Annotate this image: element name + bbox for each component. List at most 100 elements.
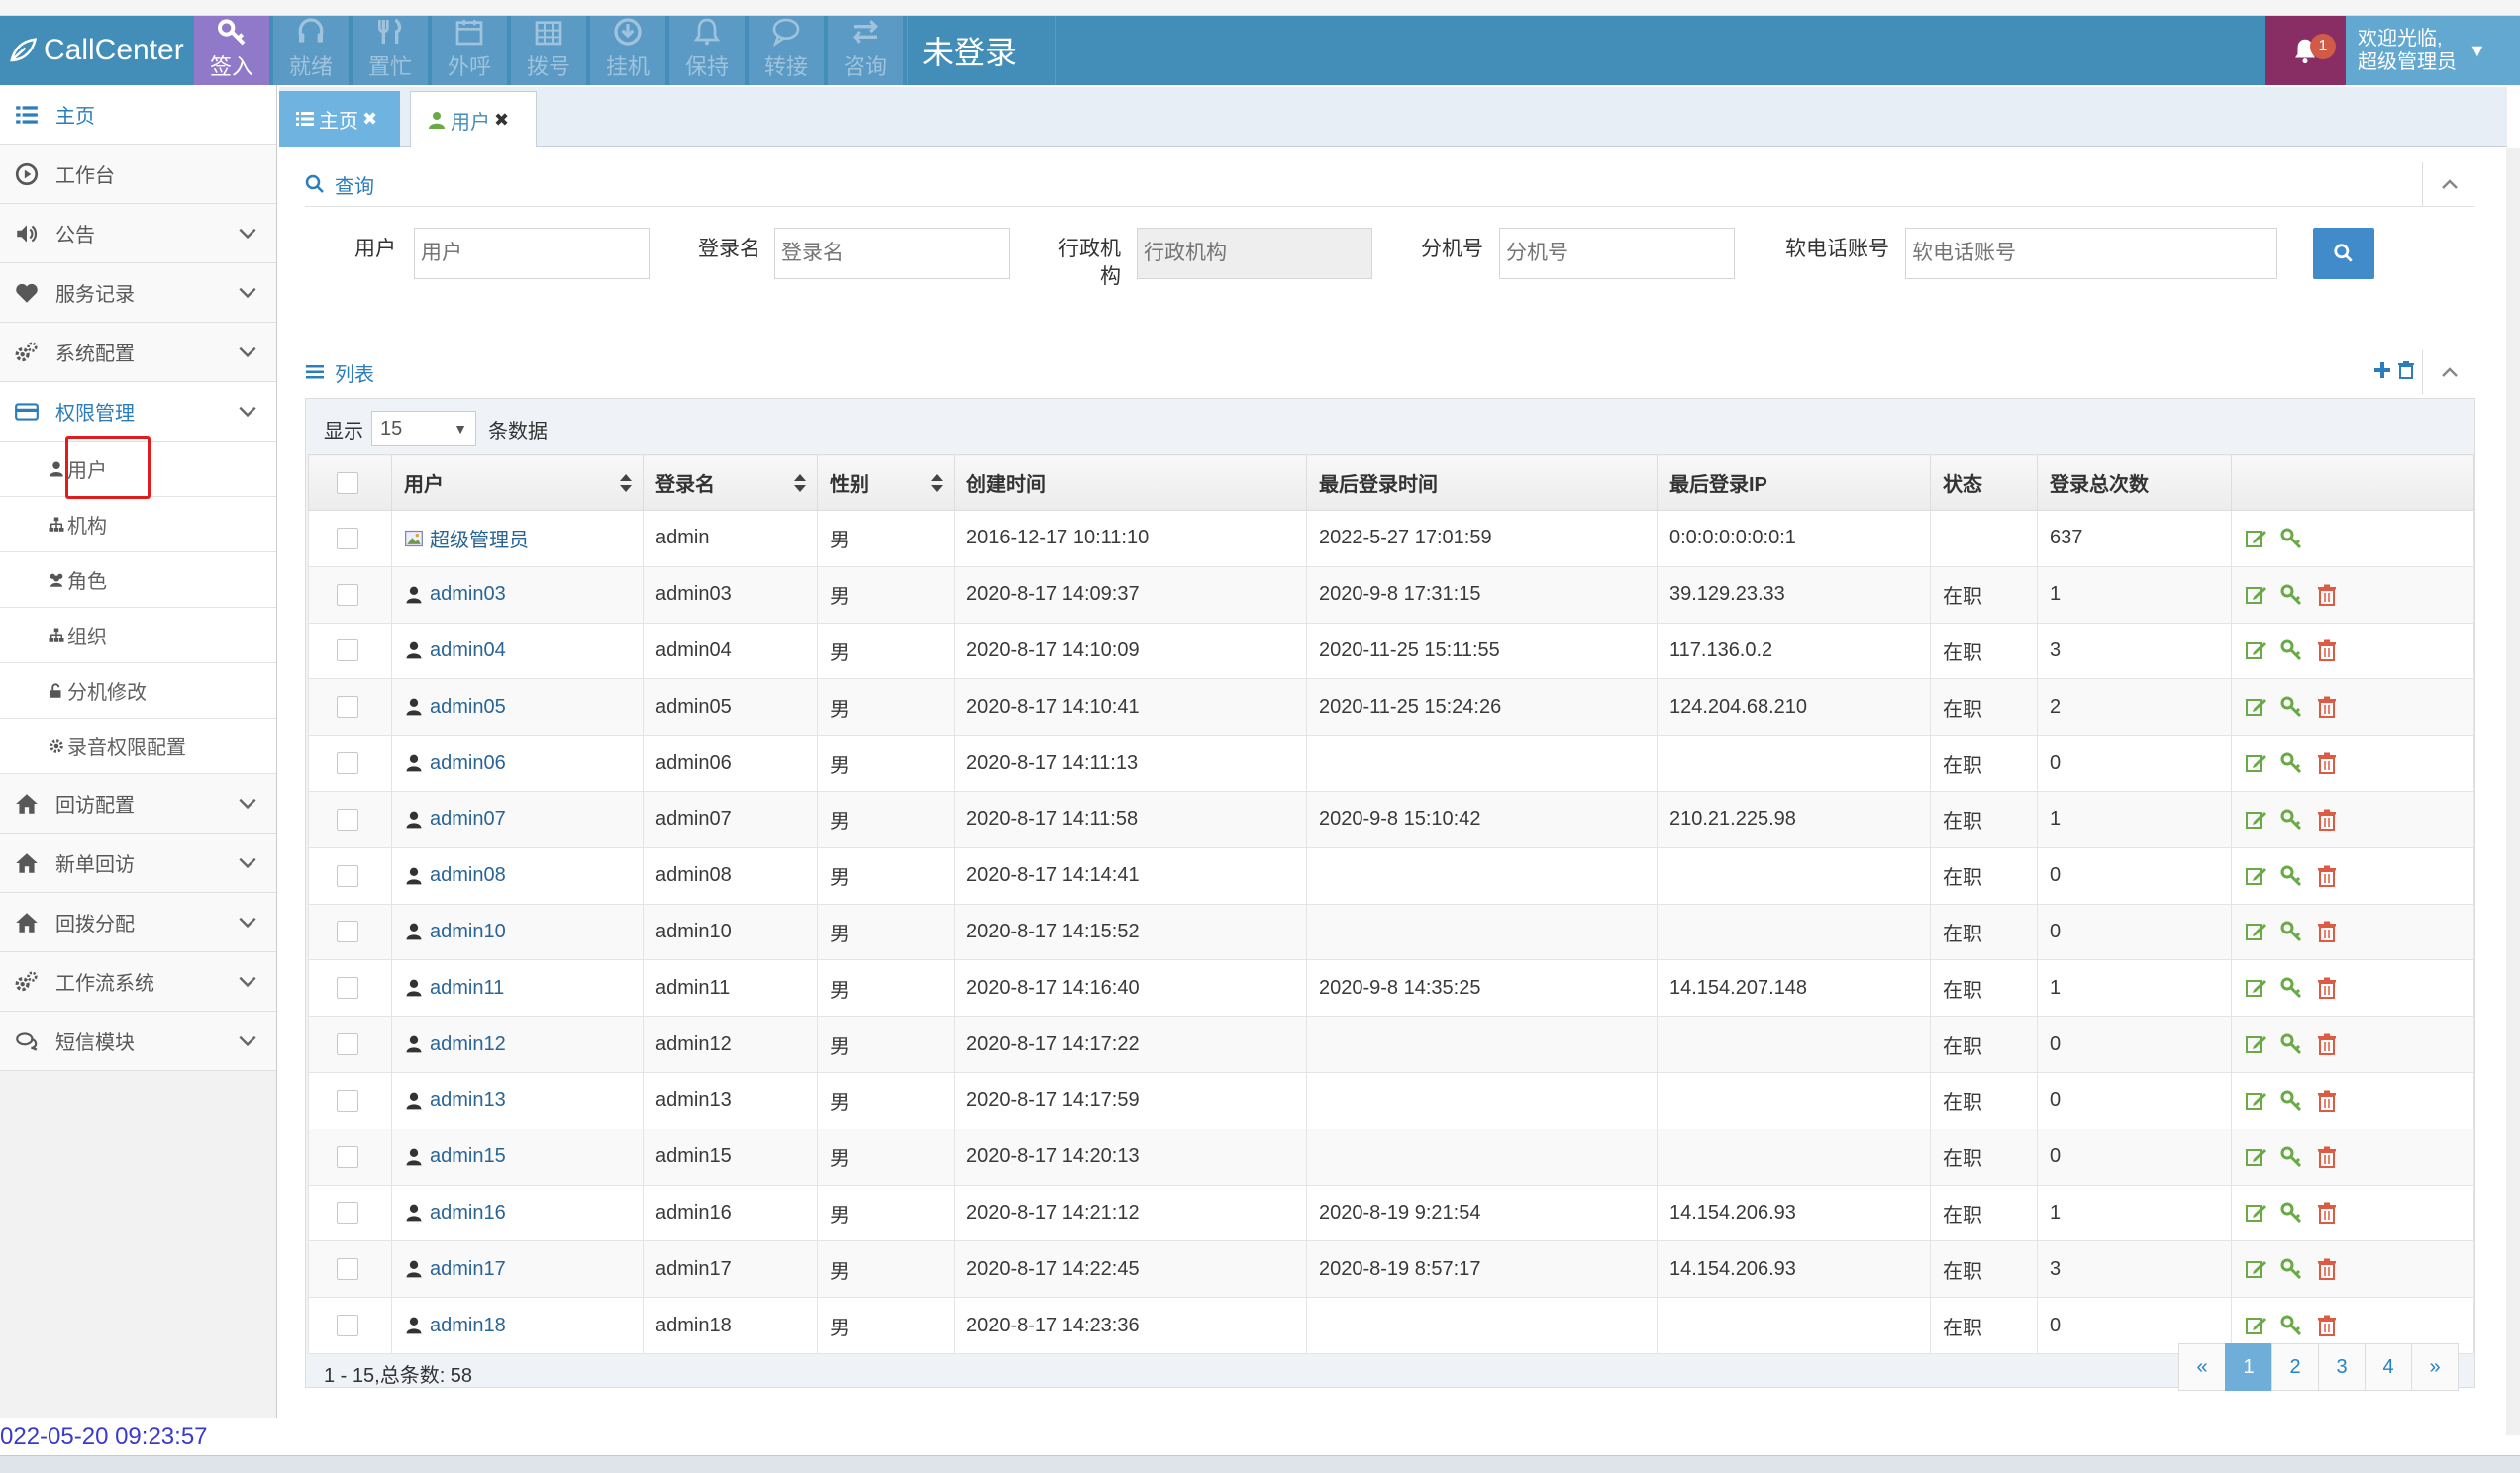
softphone-filter-input[interactable] — [1905, 228, 2277, 279]
sort-icon[interactable] — [793, 473, 807, 493]
row-checkbox[interactable] — [337, 527, 358, 549]
add-icon[interactable] — [2372, 360, 2392, 380]
user-link[interactable]: admin08 — [404, 864, 643, 887]
row-checkbox[interactable] — [337, 583, 358, 606]
page-button[interactable]: 3 — [2318, 1343, 2366, 1391]
table-row[interactable]: admin05 admin05 男 2020-8-17 14:10:41 2020-11… — [308, 678, 2474, 736]
row-checkbox[interactable] — [337, 1089, 358, 1112]
user-menu[interactable]: 欢迎光临, 超级管理员 ▼ — [2346, 16, 2520, 85]
key-icon[interactable] — [2279, 976, 2303, 1000]
table-row[interactable]: admin13 admin13 男 2020-8-17 14:17:59 在职 0 — [308, 1071, 2474, 1129]
sidebar-subitem-4[interactable]: 分机修改 — [0, 663, 276, 719]
sidebar-item-2[interactable]: 公告 — [0, 204, 276, 263]
edit-icon[interactable] — [2244, 1257, 2268, 1281]
user-link[interactable]: admin13 — [404, 1089, 643, 1112]
edit-icon[interactable] — [2244, 808, 2268, 832]
login-filter-input[interactable] — [774, 228, 1010, 279]
table-row[interactable]: admin15 admin15 男 2020-8-17 14:20:13 在职 0 — [308, 1128, 2474, 1186]
row-checkbox[interactable] — [337, 864, 358, 887]
toolbar-button-5[interactable]: 挂机 — [590, 16, 665, 85]
row-checkbox[interactable] — [337, 1202, 358, 1225]
user-link[interactable]: admin15 — [404, 1145, 643, 1168]
trash-icon[interactable] — [2315, 751, 2339, 775]
column-header-gender[interactable]: 性别 — [817, 454, 955, 511]
row-checkbox[interactable] — [337, 752, 358, 775]
search-button[interactable] — [2313, 228, 2374, 279]
edit-icon[interactable] — [2244, 638, 2268, 662]
edit-icon[interactable] — [2244, 751, 2268, 775]
edit-icon[interactable] — [2244, 864, 2268, 888]
page-button[interactable]: 4 — [2365, 1343, 2412, 1391]
user-link[interactable]: admin04 — [404, 639, 643, 662]
sidebar-item-10[interactable]: 短信模块 — [0, 1012, 276, 1071]
page-button[interactable]: 2 — [2271, 1343, 2319, 1391]
toolbar-button-0[interactable]: 签入 — [194, 16, 269, 85]
table-row[interactable]: admin11 admin11 男 2020-8-17 14:16:40 2020-9-… — [308, 959, 2474, 1018]
table-row[interactable]: admin03 admin03 男 2020-8-17 14:09:37 2020-9-… — [308, 565, 2474, 624]
user-link[interactable]: 超级管理员 — [404, 524, 643, 552]
sidebar-item-5[interactable]: 权限管理 — [0, 382, 276, 442]
table-row[interactable]: admin16 admin16 男 2020-8-17 14:21:12 2020-8-… — [308, 1184, 2474, 1242]
sidebar-subitem-5[interactable]: 录音权限配置 — [0, 719, 276, 774]
table-row[interactable]: admin08 admin08 男 2020-8-17 14:14:41 在职 0 — [308, 846, 2474, 905]
table-row[interactable]: admin12 admin12 男 2020-8-17 14:17:22 在职 0 — [308, 1016, 2474, 1073]
sidebar-item-1[interactable]: 工作台 — [0, 145, 276, 204]
edit-icon[interactable] — [2244, 527, 2268, 550]
tab-user[interactable]: 用户 ✖ — [410, 91, 537, 147]
table-row[interactable]: admin18 admin18 男 2020-8-17 14:23:36 在职 0 — [308, 1297, 2474, 1354]
trash-icon[interactable] — [2315, 808, 2339, 832]
key-icon[interactable] — [2279, 695, 2303, 719]
close-icon[interactable]: ✖ — [494, 110, 509, 131]
sort-icon[interactable] — [930, 473, 944, 493]
key-icon[interactable] — [2279, 864, 2303, 888]
page-size-select[interactable]: 15 ▼ — [371, 411, 476, 446]
trash-icon[interactable] — [2315, 1201, 2339, 1225]
key-icon[interactable] — [2279, 1314, 2303, 1337]
row-checkbox[interactable] — [337, 1315, 358, 1337]
brand[interactable]: CallCenter — [0, 16, 194, 85]
key-icon[interactable] — [2279, 751, 2303, 775]
user-link[interactable]: admin10 — [404, 921, 643, 943]
trash-icon[interactable] — [2315, 583, 2339, 607]
key-icon[interactable] — [2279, 1089, 2303, 1113]
key-icon[interactable] — [2279, 808, 2303, 832]
column-header-user[interactable]: 用户 — [391, 454, 644, 511]
edit-icon[interactable] — [2244, 583, 2268, 607]
row-checkbox[interactable] — [337, 808, 358, 831]
user-link[interactable]: admin18 — [404, 1315, 643, 1337]
trash-icon[interactable] — [2315, 1089, 2339, 1113]
notification-button[interactable]: 1 — [2265, 16, 2346, 85]
toolbar-button-3[interactable]: 外呼 — [432, 16, 507, 85]
trash-icon[interactable] — [2396, 360, 2416, 380]
sidebar-subitem-3[interactable]: 组织 — [0, 608, 276, 663]
table-row[interactable]: admin17 admin17 男 2020-8-17 14:22:45 2020-8-… — [308, 1240, 2474, 1299]
row-checkbox[interactable] — [337, 921, 358, 943]
trash-icon[interactable] — [2315, 1145, 2339, 1169]
toolbar-button-8[interactable]: 咨询 — [828, 16, 903, 85]
sidebar-subitem-2[interactable]: 角色 — [0, 552, 276, 608]
edit-icon[interactable] — [2244, 695, 2268, 719]
user-link[interactable]: admin03 — [404, 583, 643, 606]
collapse-query-button[interactable] — [2422, 162, 2475, 206]
edit-icon[interactable] — [2244, 1032, 2268, 1056]
sidebar-item-3[interactable]: 服务记录 — [0, 263, 276, 323]
page-scrollbar[interactable] — [2506, 148, 2520, 1435]
key-icon[interactable] — [2279, 527, 2303, 550]
user-link[interactable]: admin07 — [404, 808, 643, 831]
table-row[interactable]: admin07 admin07 男 2020-8-17 14:11:58 2020-9-… — [308, 790, 2474, 848]
column-header-login[interactable]: 登录名 — [643, 454, 818, 511]
row-checkbox[interactable] — [337, 1145, 358, 1168]
edit-icon[interactable] — [2244, 1145, 2268, 1169]
trash-icon[interactable] — [2315, 695, 2339, 719]
edit-icon[interactable] — [2244, 976, 2268, 1000]
page-button[interactable]: 1 — [2225, 1343, 2272, 1391]
user-link[interactable]: admin05 — [404, 696, 643, 719]
row-checkbox[interactable] — [337, 696, 358, 719]
trash-icon[interactable] — [2315, 920, 2339, 943]
collapse-list-button[interactable] — [2422, 350, 2475, 394]
sidebar-item-4[interactable]: 系统配置 — [0, 323, 276, 382]
table-row[interactable]: admin04 admin04 男 2020-8-17 14:10:09 2020-11… — [308, 622, 2474, 680]
key-icon[interactable] — [2279, 1201, 2303, 1225]
toolbar-button-1[interactable]: 就绪 — [273, 16, 349, 85]
edit-icon[interactable] — [2244, 1089, 2268, 1113]
